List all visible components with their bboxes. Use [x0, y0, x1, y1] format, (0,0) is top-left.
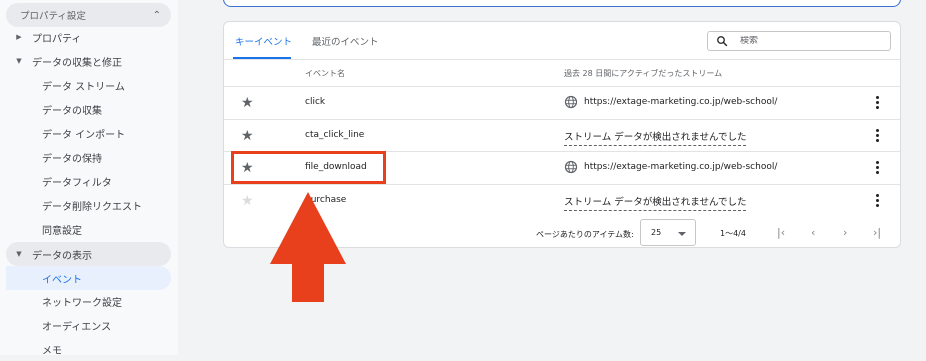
sidebar-item-label: データフィルタ [42, 177, 112, 189]
sidebar-item-label: データの収集と修正 [32, 57, 122, 69]
dropdown-arrow-icon [678, 232, 686, 236]
tab-key-events[interactable]: キーイベント [235, 22, 292, 60]
first-page-icon[interactable]: |‹ [777, 226, 785, 239]
search-box[interactable] [707, 31, 891, 51]
items-per-page-select[interactable]: 25 [640, 219, 696, 246]
sidebar-item-label: データの収集 [42, 105, 102, 117]
search-input[interactable] [740, 36, 860, 46]
sidebar-item-data-import[interactable]: データ インポート [6, 121, 171, 145]
sidebar-item-label: データの保持 [42, 153, 102, 165]
star-icon[interactable]: ★ [241, 194, 254, 208]
stream-url: https://extage-marketing.co.jp/web-schoo… [584, 97, 778, 107]
sidebar-item-data-display[interactable]: ▼ データの表示 [6, 242, 171, 266]
sidebar-item-data-streams[interactable]: データ ストリーム [6, 73, 171, 97]
sidebar-item-label: データの表示 [32, 250, 92, 262]
sidebar-item-label: プロパティ [32, 33, 82, 45]
globe-icon [564, 95, 578, 109]
column-header-active-streams: 過去 28 日間にアクティブだったストリーム [564, 69, 723, 78]
sidebar-item-data-deletion[interactable]: データ削除リクエスト [6, 193, 171, 217]
sidebar: プロパティ設定 ⌃ ▶ プロパティ ▼ データの収集と修正 データ ストリーム … [0, 0, 178, 357]
sidebar-item-audiences[interactable]: オーディエンス [6, 313, 171, 337]
sidebar-item-data-retention[interactable]: データの保持 [6, 145, 171, 169]
page-range: 1〜4/4 [720, 229, 746, 238]
sidebar-item-label: データ ストリーム [42, 81, 125, 93]
sidebar-item-label: データ削除リクエスト [42, 201, 142, 213]
main-content: キーイベント 最近のイベント イベント名 過去 28 日間にアクティブだったスト… [178, 0, 926, 355]
sidebar-item-notes[interactable]: メモ [6, 337, 171, 361]
no-stream-data-text[interactable]: ストリーム データが検出されませんでした [564, 194, 747, 211]
more-options-icon[interactable] [872, 193, 882, 209]
no-stream-data-text[interactable]: ストリーム データが検出されませんでした [564, 129, 747, 146]
red-arrow-annotation [270, 192, 346, 302]
sidebar-item-events[interactable]: イベント [6, 266, 171, 290]
sidebar-item-label: 同意設定 [42, 225, 82, 237]
star-icon[interactable]: ★ [241, 96, 254, 110]
event-name: cta_click_line [305, 130, 365, 140]
sidebar-item-data-collect[interactable]: データの収集 [6, 97, 171, 121]
property-settings-header[interactable]: プロパティ設定 ⌃ [6, 3, 171, 27]
caret-down-icon: ▼ [16, 250, 22, 258]
search-icon [717, 36, 728, 47]
sidebar-item-label: オーディエンス [42, 321, 112, 333]
stream-url: https://extage-marketing.co.jp/web-schoo… [584, 162, 778, 172]
tab-recent-events[interactable]: 最近のイベント [312, 22, 379, 60]
sidebar-item-consent[interactable]: 同意設定 [6, 217, 171, 241]
sidebar-item-label: ネットワーク設定 [42, 297, 122, 309]
sidebar-item-label: データ インポート [42, 129, 126, 141]
next-page-icon[interactable]: › [843, 226, 847, 239]
more-options-icon[interactable] [872, 160, 882, 176]
more-options-icon[interactable] [872, 95, 882, 111]
caret-right-icon: ▶ [16, 33, 22, 41]
items-per-page-label: ページあたりのアイテム数: [536, 230, 634, 239]
table-row: ★ cta_click_line ストリーム データが検出されませんでした [224, 120, 900, 152]
divider [224, 59, 900, 60]
column-header-event-name[interactable]: イベント名 [305, 68, 345, 79]
caret-down-icon: ▼ [16, 57, 22, 65]
items-per-page-value: 25 [651, 228, 662, 237]
sidebar-item-data-filters[interactable]: データフィルタ [6, 169, 171, 193]
sidebar-item-data-collection[interactable]: ▼ データの収集と修正 [6, 49, 171, 73]
globe-icon [564, 160, 578, 174]
previous-page-icon[interactable]: ‹ [811, 226, 815, 239]
sidebar-item-network-settings[interactable]: ネットワーク設定 [6, 289, 171, 313]
star-icon[interactable]: ★ [241, 129, 254, 143]
table-row: ★ click https://extage-marketing.co.jp/w… [224, 87, 900, 119]
sidebar-item-label: イベント [42, 274, 82, 286]
more-options-icon[interactable] [872, 128, 882, 144]
highlight-box [231, 151, 386, 184]
top-card [223, 0, 901, 7]
last-page-icon[interactable]: ›| [873, 226, 881, 239]
event-name: click [305, 97, 326, 107]
sidebar-item-property[interactable]: ▶ プロパティ [6, 25, 171, 49]
property-settings-label: プロパティ設定 [20, 11, 86, 22]
chevron-up-icon: ⌃ [152, 9, 161, 21]
sidebar-item-label: メモ [42, 345, 62, 357]
